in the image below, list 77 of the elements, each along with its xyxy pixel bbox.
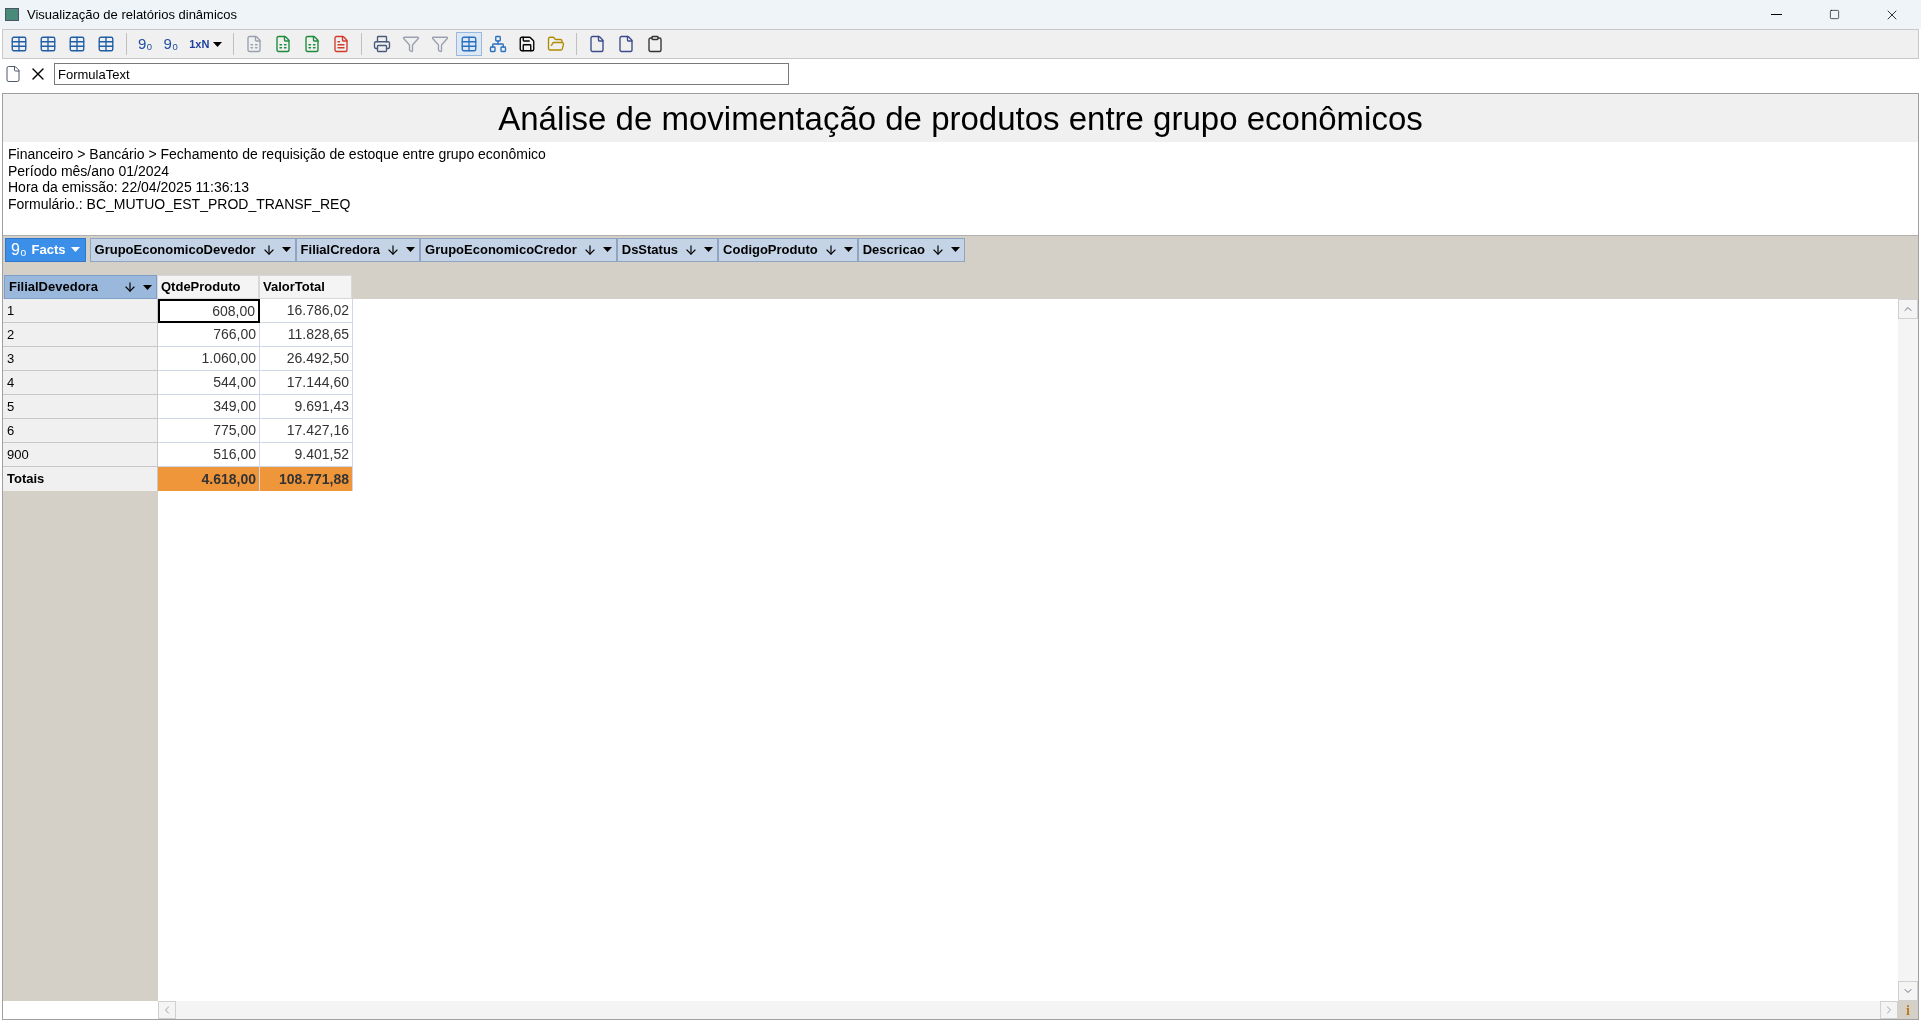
column-header: QtdeProduto <box>157 275 259 299</box>
filter-field-button[interactable]: Descricao <box>857 237 965 262</box>
sort-icon <box>261 242 276 257</box>
table-icon <box>68 35 86 53</box>
total-cell: 4.618,00 <box>158 467 260 491</box>
table-cell[interactable]: 17.144,60 <box>260 371 353 395</box>
document-icon <box>245 35 264 53</box>
table-cell[interactable]: 775,00 <box>158 419 260 443</box>
total-cell: 108.771,88 <box>260 467 353 491</box>
row-header: 4 <box>3 371 158 395</box>
folder-icon <box>547 35 566 53</box>
caret-icon <box>704 247 714 252</box>
row-header: 2 <box>3 323 158 347</box>
report-info-line: Hora da emissão: 22/04/2025 11:36:13 <box>8 179 251 196</box>
report-title: Análise de movimentação de produtos entre grupo econômicos <box>498 101 1423 135</box>
hierarchy-icon <box>489 35 508 53</box>
caret-icon <box>950 247 960 252</box>
filter-field-button[interactable]: CodigoProduto <box>718 237 858 262</box>
column-header: ValorTotal <box>259 275 352 299</box>
filter-field-button[interactable]: GrupoEconomicoCredor <box>420 237 617 262</box>
row-header: 900 <box>3 443 158 467</box>
filter-icon <box>431 35 450 53</box>
minimize-icon <box>1770 14 1782 15</box>
sort-icon <box>582 242 597 257</box>
row-header: 5 <box>3 395 158 419</box>
document-icon <box>332 35 351 53</box>
sort-icon <box>930 242 945 257</box>
table-cell[interactable]: 544,00 <box>158 371 260 395</box>
sort-icon <box>823 242 838 257</box>
spreadsheet-icon <box>303 35 322 53</box>
print-icon <box>373 35 392 53</box>
clipboard-icon <box>646 35 665 53</box>
new-document-icon[interactable] <box>4 65 22 83</box>
restore-icon <box>1828 9 1840 20</box>
app-icon <box>5 8 19 21</box>
save-icon <box>518 35 537 53</box>
layout-icon <box>460 35 479 53</box>
row-field-button[interactable]: FilialDevedora <box>4 275 157 299</box>
report-info-line: Período mês/ano 01/2024 <box>8 162 171 179</box>
formula-input[interactable]: FormulaText <box>54 63 789 85</box>
report-info-line: Financeiro > Bancário > Fechamento de requisição de estoque entre grupo econômico <box>8 146 547 163</box>
report-info-line: Formulário.: BC_MUTUO_EST_PROD_TRANSF_REQ <box>8 195 352 212</box>
table-cell[interactable]: 26.492,50 <box>260 347 353 371</box>
table-cell[interactable]: 11.828,65 <box>260 323 353 347</box>
window-title: Visualização de relatórios dinâmicos <box>27 5 238 24</box>
totals-label: Totais <box>3 467 158 491</box>
table-cell[interactable]: 608,00 <box>158 299 260 323</box>
page-icon <box>588 35 607 53</box>
caret-icon <box>406 247 416 252</box>
toolbar-button[interactable]: 9₀ <box>159 32 183 56</box>
table-cell[interactable]: 16.786,02 <box>260 299 353 323</box>
caret-icon <box>70 247 80 252</box>
caret-icon <box>213 41 223 47</box>
table-icon <box>97 35 115 53</box>
filter-field-button[interactable]: FilialCredora <box>295 237 421 262</box>
table-cell[interactable]: 766,00 <box>158 323 260 347</box>
caret-icon <box>602 247 612 252</box>
table-icon <box>10 35 28 53</box>
caret-icon <box>843 247 853 252</box>
toolbar-button[interactable]: 9₀ <box>134 32 157 56</box>
filter-icon <box>402 35 421 53</box>
filter-field-button[interactable]: GrupoEconomicoDevedor <box>89 237 296 262</box>
table-icon <box>39 35 57 53</box>
filter-field-button[interactable]: DsStatus <box>616 237 719 262</box>
caret-icon <box>143 284 152 290</box>
page-icon <box>617 35 636 53</box>
table-cell[interactable]: 1.060,00 <box>158 347 260 371</box>
row-header: 3 <box>3 347 158 371</box>
row-header: 1 <box>3 299 158 323</box>
table-cell[interactable]: 17.427,16 <box>260 419 353 443</box>
table-cell[interactable]: 349,00 <box>158 395 260 419</box>
sort-icon <box>123 280 137 294</box>
row-header: 6 <box>3 419 158 443</box>
toolbar-dropdown[interactable]: 1xN <box>185 32 227 56</box>
spreadsheet-icon <box>274 35 293 53</box>
table-cell[interactable]: 9.691,43 <box>260 395 353 419</box>
caret-icon <box>281 247 291 252</box>
